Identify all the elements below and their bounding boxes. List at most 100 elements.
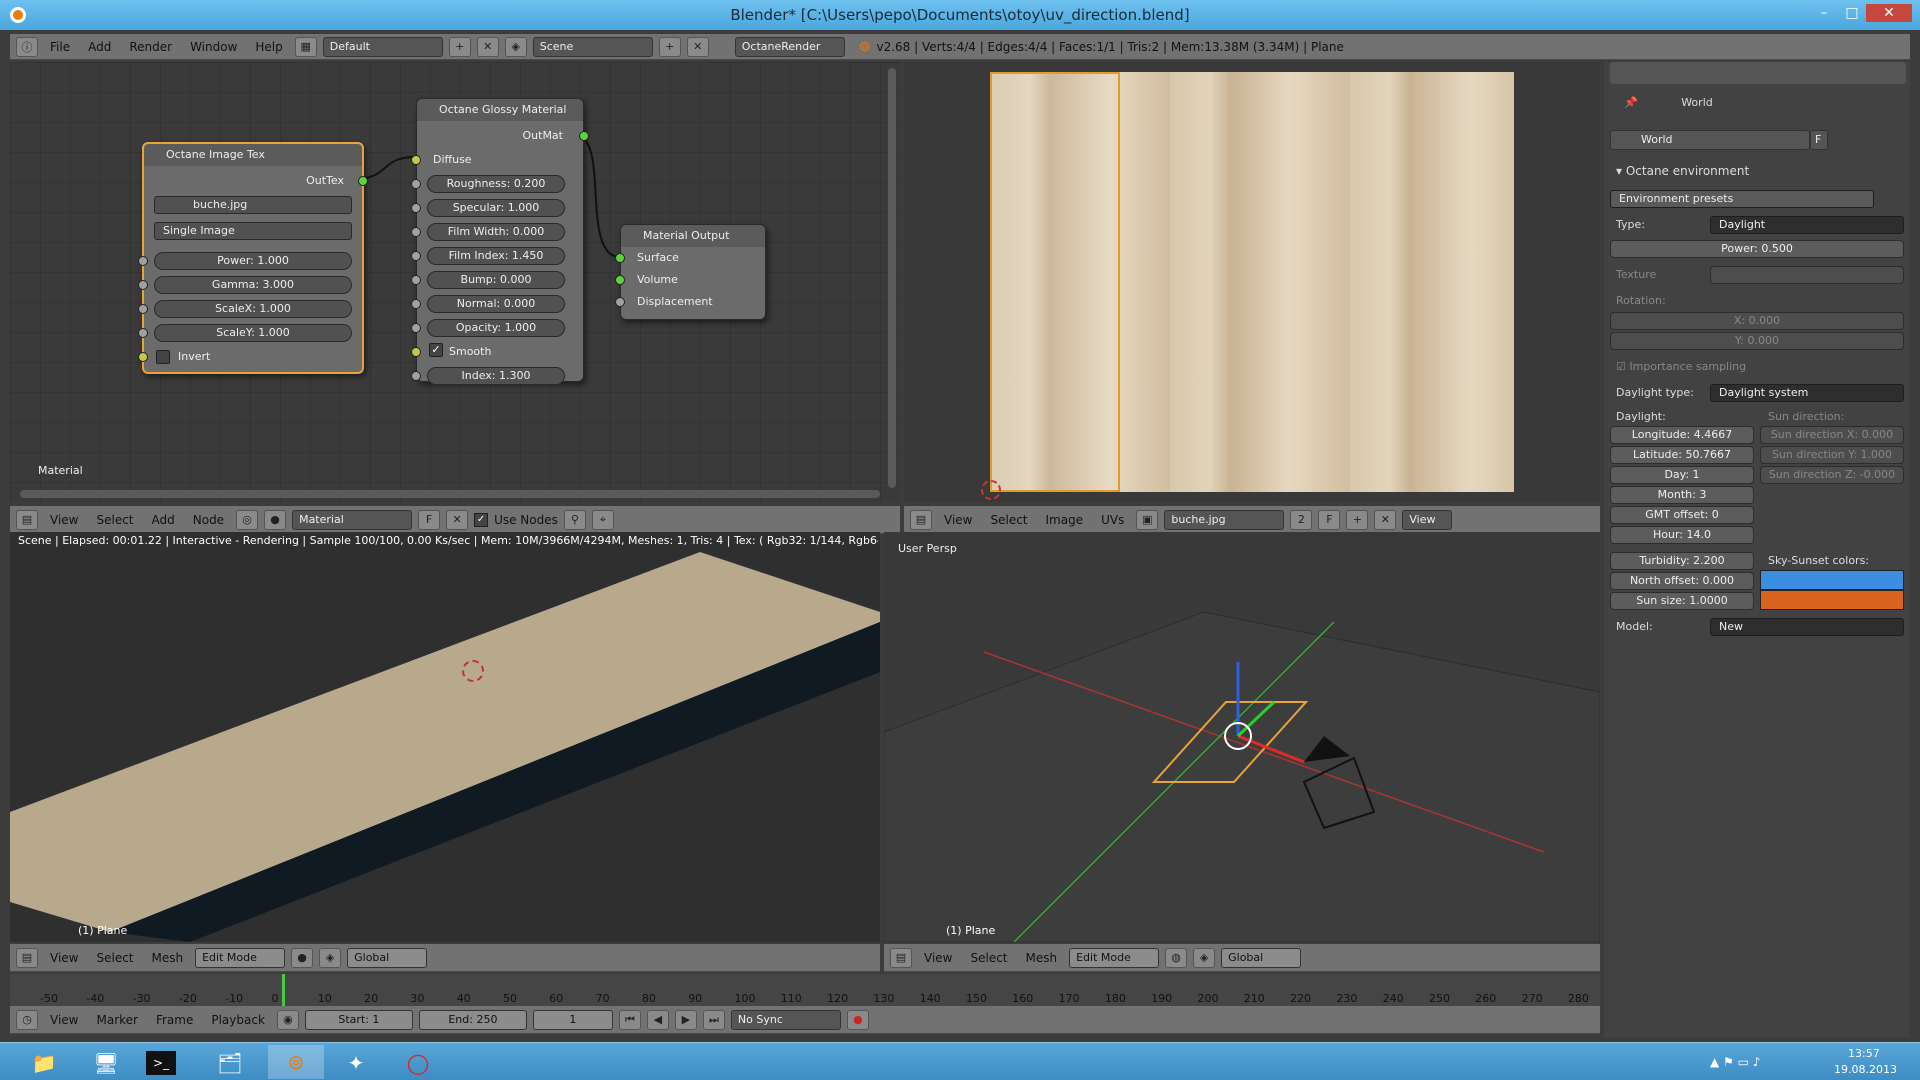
terminal-icon[interactable]: >_ bbox=[146, 1051, 176, 1075]
opacity-field[interactable]: Opacity: 1.000 bbox=[427, 319, 565, 337]
invert-checkbox[interactable] bbox=[156, 350, 170, 364]
2d-cursor-icon[interactable] bbox=[981, 480, 1001, 500]
clock-date[interactable]: 19.08.2013 bbox=[1834, 1063, 1897, 1076]
right-menu-select[interactable]: Select bbox=[964, 951, 1013, 965]
material-output-node[interactable]: Material Output Surface Volume Displacem… bbox=[615, 224, 766, 320]
power-field[interactable]: Power: 1.000 bbox=[154, 252, 352, 270]
menu-help[interactable]: Help bbox=[249, 40, 288, 54]
plugin-icon[interactable]: ✦ bbox=[334, 1047, 378, 1079]
node-editor-hscrollbar[interactable] bbox=[20, 490, 880, 498]
film-index-field[interactable]: Film Index: 1.450 bbox=[427, 247, 565, 265]
volume-socket[interactable] bbox=[615, 275, 625, 285]
use-nodes-checkbox[interactable]: ✓ bbox=[474, 512, 489, 527]
material-sphere-icon[interactable]: ● bbox=[264, 509, 287, 530]
scene-icon[interactable]: ◈ bbox=[504, 36, 527, 57]
left-mode-selector[interactable]: Edit Mode bbox=[195, 947, 286, 968]
maximize-button[interactable]: □ bbox=[1838, 4, 1866, 22]
bump-socket[interactable] bbox=[411, 275, 421, 285]
north-offset-field[interactable]: North offset: 0.000 bbox=[1610, 572, 1754, 590]
image-datablock[interactable]: buche.jpg bbox=[154, 196, 352, 214]
environment-presets[interactable]: Environment presets bbox=[1610, 190, 1874, 208]
shader-nodes-icon[interactable]: ◎ bbox=[236, 509, 259, 530]
layout-selector[interactable]: Default bbox=[322, 36, 443, 57]
fake-user-button[interactable]: F bbox=[418, 509, 441, 530]
pin-icon[interactable]: ⚲ bbox=[563, 509, 586, 530]
image-texture-node[interactable]: Octane Image Tex OutTex buche.jpg Single… bbox=[138, 142, 368, 374]
scaley-field[interactable]: ScaleY: 1.000 bbox=[154, 324, 352, 342]
film-width-field[interactable]: Film Width: 0.000 bbox=[427, 223, 565, 241]
power-slider[interactable]: Power: 0.500 bbox=[1610, 240, 1904, 258]
play-reverse-icon[interactable]: ◀ bbox=[646, 1009, 669, 1030]
node-editor[interactable]: Octane Image Tex OutTex buche.jpg Single… bbox=[10, 62, 900, 502]
timeline-menu-view[interactable]: View bbox=[44, 1013, 84, 1027]
timeline-menu-marker[interactable]: Marker bbox=[90, 1013, 143, 1027]
minimize-button[interactable]: – bbox=[1810, 4, 1838, 22]
menu-render[interactable]: Render bbox=[123, 40, 178, 54]
left-menu-select[interactable]: Select bbox=[90, 951, 139, 965]
importance-sampling-checkbox[interactable]: ☑ Importance sampling bbox=[1616, 360, 1746, 373]
right-viewport-type-icon[interactable]: ▤ bbox=[890, 947, 912, 968]
scaley-socket[interactable] bbox=[138, 328, 148, 338]
diffuse-socket[interactable] bbox=[411, 155, 421, 165]
type-dropdown[interactable]: Daylight bbox=[1710, 216, 1904, 234]
right-menu-mesh[interactable]: Mesh bbox=[1020, 951, 1064, 965]
left-viewport-type-icon[interactable]: ▤ bbox=[16, 947, 38, 968]
opacity-socket[interactable] bbox=[411, 323, 421, 333]
sync-selector[interactable]: No Sync bbox=[730, 1009, 841, 1030]
sky-color-swatch[interactable] bbox=[1760, 570, 1904, 590]
right-menu-view[interactable]: View bbox=[918, 951, 958, 965]
outmat-socket[interactable] bbox=[579, 131, 589, 141]
scalex-field[interactable]: ScaleX: 1.000 bbox=[154, 300, 352, 318]
index-socket[interactable] bbox=[411, 371, 421, 381]
gmt-offset-field[interactable]: GMT offset: 0 bbox=[1610, 506, 1754, 524]
right-pivot-icon[interactable]: ◈ bbox=[1193, 947, 1216, 968]
octane-environment-panel-title[interactable]: ▾ Octane environment bbox=[1616, 164, 1749, 178]
add-layout-icon[interactable]: + bbox=[448, 36, 471, 57]
texture-field[interactable] bbox=[1710, 266, 1904, 284]
rotation-y[interactable]: Y: 0.000 bbox=[1610, 332, 1904, 350]
film-index-socket[interactable] bbox=[411, 251, 421, 261]
specular-socket[interactable] bbox=[411, 203, 421, 213]
sun-direction-y[interactable]: Sun direction Y: 1.000 bbox=[1760, 446, 1904, 464]
invert-socket[interactable] bbox=[138, 352, 148, 362]
right-mode-selector[interactable]: Edit Mode bbox=[1069, 947, 1160, 968]
outtex-socket[interactable] bbox=[358, 176, 368, 186]
turbidity-field[interactable]: Turbidity: 2.200 bbox=[1610, 552, 1754, 570]
month-field[interactable]: Month: 3 bbox=[1610, 486, 1754, 504]
menu-window[interactable]: Window bbox=[184, 40, 243, 54]
menu-view-image[interactable]: View bbox=[938, 513, 978, 527]
material-selector[interactable]: Material bbox=[292, 509, 413, 530]
latitude-field[interactable]: Latitude: 50.7667 bbox=[1610, 446, 1754, 464]
timeline-menu-playback[interactable]: Playback bbox=[205, 1013, 271, 1027]
menu-file[interactable]: File bbox=[44, 40, 76, 54]
close-button[interactable]: ✕ bbox=[1866, 4, 1912, 22]
right-shading-icon[interactable]: ◍ bbox=[1165, 947, 1188, 968]
image-mode-dropdown[interactable]: Single Image bbox=[154, 222, 352, 240]
power-socket[interactable] bbox=[138, 256, 148, 266]
smooth-socket[interactable] bbox=[411, 347, 421, 357]
node-editor-vscrollbar[interactable] bbox=[888, 68, 896, 488]
jump-start-icon[interactable]: ⏮ bbox=[618, 1009, 641, 1030]
normal-field[interactable]: Normal: 0.000 bbox=[427, 295, 565, 313]
image-fake-user-button[interactable]: F bbox=[1318, 509, 1341, 530]
displacement-socket[interactable] bbox=[615, 297, 625, 307]
properties-tabs[interactable] bbox=[1610, 62, 1906, 84]
bump-field[interactable]: Bump: 0.000 bbox=[427, 271, 565, 289]
blender-taskbar-icon[interactable]: ⊚ bbox=[268, 1045, 324, 1079]
preview-range-icon[interactable]: ◉ bbox=[276, 1009, 299, 1030]
hour-field[interactable]: Hour: 14.0 bbox=[1610, 526, 1754, 544]
menu-image[interactable]: Image bbox=[1040, 513, 1090, 527]
pin-world-icon[interactable]: 📌 bbox=[1624, 96, 1638, 109]
render-engine-selector[interactable]: OctaneRender bbox=[734, 36, 845, 57]
file-explorer-icon[interactable]: 📁 bbox=[22, 1047, 66, 1079]
model-dropdown[interactable]: New bbox=[1710, 618, 1904, 636]
remove-layout-icon[interactable]: ✕ bbox=[476, 36, 499, 57]
scalex-socket[interactable] bbox=[138, 304, 148, 314]
menu-select[interactable]: Select bbox=[90, 513, 139, 527]
gamma-field[interactable]: Gamma: 3.000 bbox=[154, 276, 352, 294]
left-pivot-icon[interactable]: ◈ bbox=[319, 947, 342, 968]
menu-add-node[interactable]: Add bbox=[146, 513, 181, 527]
sunset-color-swatch[interactable] bbox=[1760, 590, 1904, 610]
image-selector[interactable]: buche.jpg bbox=[1164, 509, 1285, 530]
control-panel-icon[interactable]: 🖥 bbox=[84, 1047, 128, 1079]
